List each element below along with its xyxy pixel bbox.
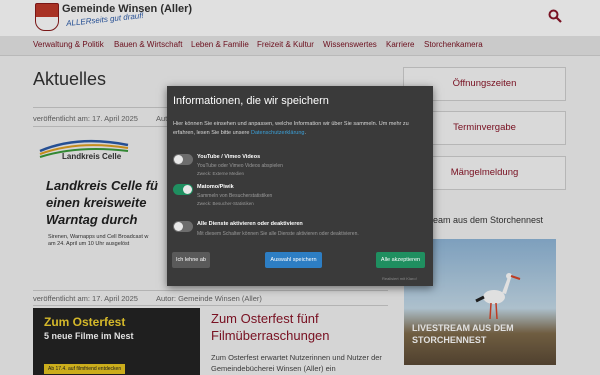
service-name: YouTube / Vimeo Videos <box>197 154 261 160</box>
service-description: Mit diesem Schalter können Sie alle Dien… <box>197 231 359 237</box>
toggle-knob <box>174 155 183 164</box>
matomo-toggle[interactable] <box>173 184 193 195</box>
toggle-all-services[interactable] <box>173 221 193 232</box>
accept-all-button[interactable]: Alle akzeptieren <box>376 252 425 268</box>
save-selection-button[interactable]: Auswahl speichern <box>265 252 322 268</box>
consent-title: Informationen, die wir speichern <box>173 95 329 107</box>
service-description: YouTube oder Vimeo Videos abspielen <box>197 163 283 169</box>
klaro-credit-link[interactable]: Realisiert mit Klaro! <box>382 276 417 281</box>
service-description: Sammeln von Besucherstatistiken <box>197 193 273 199</box>
privacy-policy-link[interactable]: Datenschutzerklärung <box>251 130 305 136</box>
service-name: Matomo/Piwik <box>197 184 234 190</box>
youtube-vimeo-toggle[interactable] <box>173 154 193 165</box>
consent-intro: Hier können Sie einsehen und anpassen, w… <box>173 121 409 136</box>
toggle-knob <box>183 185 192 194</box>
service-purpose: Zweck: Externe Medien <box>197 171 245 176</box>
service-purpose: Zweck: Besucher-Statistiken <box>197 201 254 206</box>
service-name: Alle Dienste aktivieren oder deaktiviere… <box>197 221 303 227</box>
cookie-consent-dialog: Informationen, die wir speichern Hier kö… <box>167 86 433 286</box>
decline-button[interactable]: Ich lehne ab <box>172 252 210 268</box>
toggle-knob <box>174 222 183 231</box>
